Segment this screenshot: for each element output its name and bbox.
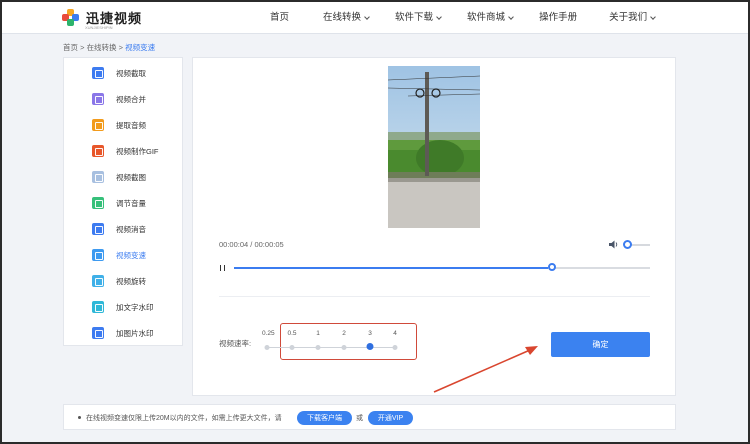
breadcrumb-separator: > — [116, 43, 126, 52]
time-display: 00:00:04 / 00:00:05 — [219, 240, 284, 249]
current-time: 00:00:04 — [219, 240, 249, 249]
breadcrumb: 首页 > 在线转换 > 视频变速 — [63, 42, 155, 53]
sidebar-item-label: 视频旋转 — [116, 276, 146, 286]
upload-notice: 在线视频变速仅限上传20M以内的文件，如需上传更大文件，请 下载客户端 或 开通… — [63, 404, 676, 430]
speed-option-label: 4 — [393, 330, 397, 337]
speed-option-label: 0.5 — [287, 330, 297, 337]
video-preview[interactable] — [388, 66, 480, 228]
gif-icon — [92, 145, 104, 157]
breadcrumb-current: 视频变速 — [125, 43, 156, 52]
logo-subtext: XUNJIESHIPIN — [85, 25, 113, 30]
screenshot-icon — [92, 171, 104, 183]
volume-icon — [92, 197, 104, 209]
headphone-icon — [92, 119, 104, 131]
sidebar-item-label: 加图片水印 — [116, 328, 154, 338]
sidebar-item-label: 视频消音 — [116, 224, 146, 234]
progress-knob[interactable] — [548, 263, 556, 271]
breadcrumb-separator: > — [78, 43, 87, 52]
chevron-down-icon — [436, 13, 442, 20]
speed-option-dot[interactable] — [315, 345, 321, 350]
speed-option-dot[interactable] — [289, 345, 295, 350]
sidebar-item-label: 视频变速 — [116, 250, 146, 260]
video-frame — [388, 66, 480, 228]
notice-text: 在线视频变速仅限上传20M以内的文件，如需上传更大文件，请 — [86, 415, 282, 422]
crop-icon — [92, 67, 104, 79]
sidebar-item-image-watermark[interactable]: 加图片水印 — [64, 323, 182, 343]
speed-option-label: 1 — [316, 330, 320, 337]
sidebar-item-speed[interactable]: 视频变速 — [64, 245, 182, 265]
speed-label: 视频速率: — [219, 339, 252, 348]
open-vip-button[interactable]: 开通VIP — [368, 411, 413, 425]
editor-panel: 00:00:04 / 00:00:05 视频速率: 0.25 0.5 1 2 3… — [192, 57, 676, 396]
speaker-icon[interactable] — [609, 240, 619, 249]
confirm-button[interactable]: 确定 — [551, 332, 650, 357]
sidebar-item-rotate[interactable]: 视频旋转 — [64, 271, 182, 291]
speed-option-dot[interactable] — [341, 345, 347, 350]
sidebar-item-label: 视频制作GIF — [116, 146, 159, 156]
chevron-down-icon — [364, 13, 370, 20]
sidebar-item-label: 视频合并 — [116, 94, 146, 104]
nav-home[interactable]: 首页 — [270, 2, 289, 34]
notice-or: 或 — [356, 415, 363, 422]
tool-sidebar: 视频截取 视频合并 提取音频 视频制作GIF 视频截图 调节音量 视频消音 视频… — [63, 57, 183, 346]
speed-option-label: 3 — [368, 330, 372, 337]
logo-icon — [62, 8, 80, 27]
volume-knob[interactable] — [623, 240, 632, 249]
merge-icon — [92, 93, 104, 105]
sidebar-item-clip[interactable]: 视频截取 — [64, 63, 182, 83]
divider — [219, 296, 650, 297]
top-header: 迅捷视频 XUNJIESHIPIN 首页 在线转换 软件下载 软件商城 操作手册… — [2, 2, 748, 34]
rotate-icon — [92, 275, 104, 287]
image-watermark-icon — [92, 327, 104, 339]
chevron-down-icon — [650, 13, 656, 20]
nav-software-download[interactable]: 软件下载 — [395, 2, 442, 34]
mute-icon — [92, 223, 104, 235]
sidebar-item-label: 加文字水印 — [116, 302, 154, 312]
nav-about-us[interactable]: 关于我们 — [609, 2, 656, 34]
bullet-icon — [78, 416, 81, 419]
sidebar-item-merge[interactable]: 视频合并 — [64, 89, 182, 109]
sidebar-item-volume[interactable]: 调节音量 — [64, 193, 182, 213]
speed-option-label: 2 — [342, 330, 346, 337]
progress-fill — [234, 267, 548, 269]
duration: 00:00:05 — [254, 240, 284, 249]
nav-online-convert[interactable]: 在线转换 — [323, 2, 370, 34]
site-logo[interactable]: 迅捷视频 XUNJIESHIPIN — [62, 8, 142, 30]
sidebar-item-label: 调节音量 — [116, 198, 146, 208]
sidebar-item-label: 提取音频 — [116, 120, 146, 130]
sidebar-item-gif[interactable]: 视频制作GIF — [64, 141, 182, 161]
speed-option-dot[interactable] — [392, 345, 398, 350]
main-nav: 首页 在线转换 软件下载 软件商城 操作手册 关于我们 — [270, 2, 656, 34]
speed-highlight-box — [280, 323, 417, 360]
pause-icon[interactable] — [220, 265, 225, 271]
sidebar-item-mute[interactable]: 视频消音 — [64, 219, 182, 239]
speed-option-label: 0.25 — [262, 330, 275, 337]
sidebar-item-extract-audio[interactable]: 提取音频 — [64, 115, 182, 135]
download-client-button[interactable]: 下载客户端 — [297, 411, 352, 425]
speed-option-dot[interactable] — [264, 345, 270, 350]
breadcrumb-section[interactable]: 在线转换 — [87, 43, 117, 52]
speed-icon — [92, 249, 104, 261]
nav-software-store[interactable]: 软件商城 — [467, 2, 514, 34]
sidebar-item-label: 视频截取 — [116, 68, 146, 78]
sidebar-item-screenshot[interactable]: 视频截图 — [64, 167, 182, 187]
sidebar-item-label: 视频截图 — [116, 172, 146, 182]
sidebar-item-text-watermark[interactable]: 加文字水印 — [64, 297, 182, 317]
text-watermark-icon — [92, 301, 104, 313]
speed-slider-track[interactable] — [267, 347, 397, 348]
speed-option-dot-selected[interactable] — [366, 343, 374, 350]
progress-bar[interactable] — [234, 267, 650, 269]
breadcrumb-home[interactable]: 首页 — [63, 43, 78, 52]
chevron-down-icon — [508, 13, 514, 20]
nav-manual[interactable]: 操作手册 — [539, 2, 577, 34]
